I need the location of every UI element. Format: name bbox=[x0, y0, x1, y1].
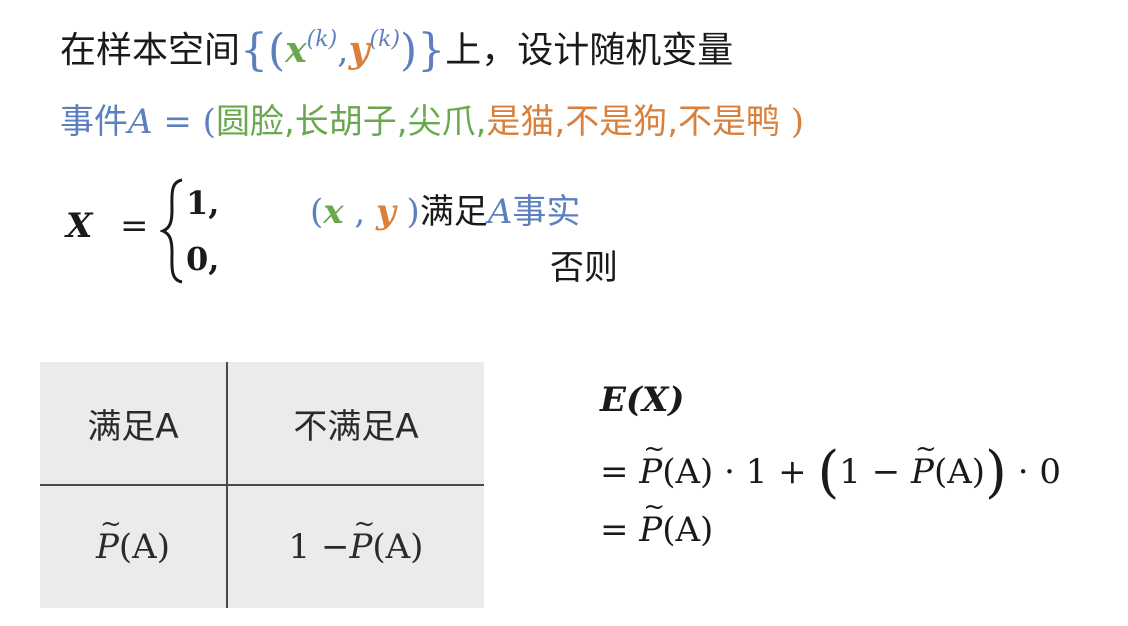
comma: , bbox=[337, 30, 349, 71]
case1-condition: (x , y )满足A事实 bbox=[310, 192, 581, 232]
left-set-brace: {( bbox=[240, 25, 286, 76]
x-symbol: x bbox=[285, 29, 307, 71]
label-3: 不是鸭 bbox=[678, 102, 780, 142]
label-2: 不是狗 bbox=[565, 102, 668, 142]
table-header-satisfy: 满足A bbox=[87, 406, 179, 447]
table-header-not-satisfy: 不满足A bbox=[293, 406, 419, 447]
expectation-step1: = P(A) · 1 + (1 − P(A)) · 0 bbox=[600, 434, 1061, 505]
feature-2: 长胡子 bbox=[294, 102, 397, 142]
event-symbol: A bbox=[128, 102, 153, 142]
y-symbol: y bbox=[348, 29, 370, 71]
probability-table: 满足A 不满足A P(A) 1 − P(A) bbox=[40, 362, 484, 608]
x-superscript: (k) bbox=[306, 27, 338, 52]
right-set-brace: )} bbox=[400, 25, 446, 76]
sentence-prefix: 在样本空间 bbox=[60, 30, 241, 71]
expectation-result: = P(A) bbox=[600, 492, 713, 550]
feature-3: 尖爪 bbox=[407, 102, 476, 142]
event-eq: = ( bbox=[152, 102, 216, 142]
expectation-lhs: E(X) bbox=[600, 380, 685, 420]
case1-x: x bbox=[323, 192, 344, 232]
table-prob-not-satisfy: 1 − P(A) bbox=[228, 486, 484, 608]
table-prob-satisfy: P(A) bbox=[40, 486, 226, 608]
event-close: ) bbox=[780, 102, 805, 142]
piecewise-equals: = bbox=[120, 206, 149, 246]
case2-value: 0, bbox=[186, 240, 220, 278]
event-definition: 事件A = (圆脸,长胡子,尖爪,是猫,不是狗,不是鸭 ) bbox=[60, 102, 805, 142]
case1-text: 满足 bbox=[419, 192, 488, 232]
case1-y: y bbox=[375, 192, 396, 232]
case1-value: 1, bbox=[186, 184, 220, 222]
sample-space-sentence: 在样本空间{(x(k),y(k))}上，设计随机变量 bbox=[60, 10, 733, 81]
label-1: 是猫 bbox=[486, 102, 555, 142]
case1-tail: 事实 bbox=[512, 192, 581, 232]
case2-condition: 否则 bbox=[550, 248, 618, 288]
sentence-suffix: 上，设计随机变量 bbox=[445, 30, 734, 71]
piecewise-brace-icon bbox=[159, 176, 186, 290]
feature-1: 圆脸 bbox=[215, 102, 284, 142]
random-variable-x: X bbox=[66, 206, 93, 246]
y-superscript: (k) bbox=[369, 27, 401, 52]
event-label: 事件 bbox=[60, 102, 128, 142]
case1-event: A bbox=[487, 192, 513, 232]
